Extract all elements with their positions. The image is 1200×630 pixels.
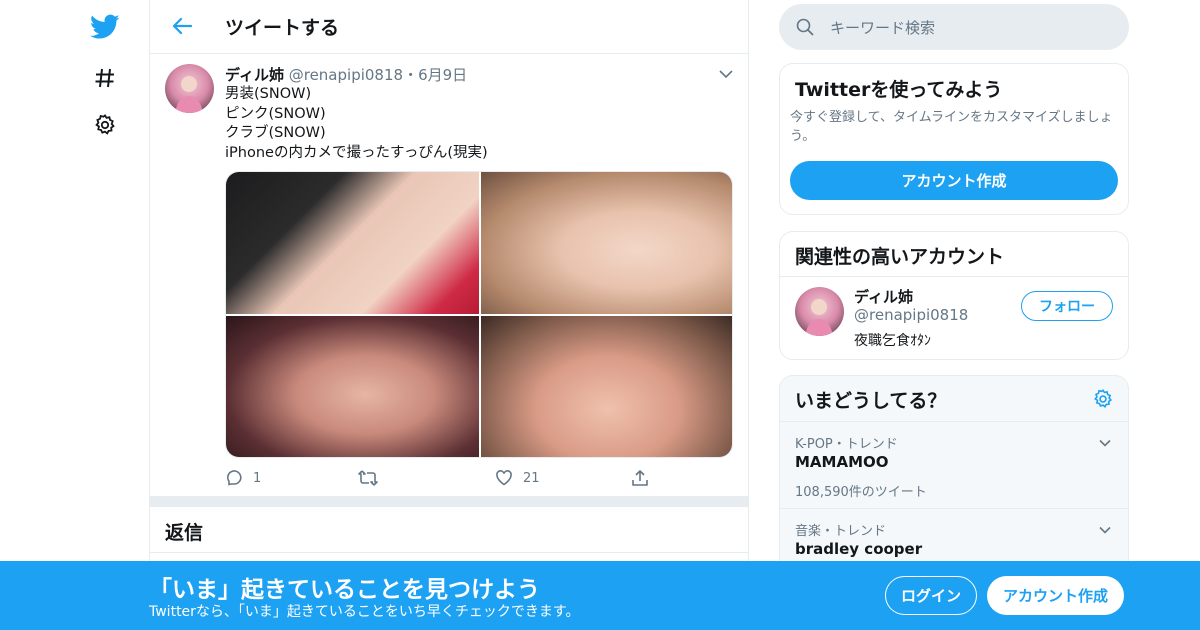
trends-card-title: いまどうしてる？ <box>795 390 947 412</box>
share-icon <box>632 470 648 486</box>
follow-button[interactable]: フォロー <box>1021 291 1113 321</box>
chevron-down-icon[interactable] <box>1098 522 1112 536</box>
trend-name[interactable]: bradley cooper <box>795 540 922 558</box>
signup-card-title: Twitterを使ってみよう <box>795 79 1003 101</box>
separator: ・ <box>403 66 419 84</box>
media-photo[interactable] <box>481 316 732 457</box>
share-button[interactable] <box>631 469 649 487</box>
gear-icon[interactable] <box>1092 388 1114 410</box>
avatar[interactable] <box>795 287 844 336</box>
tweet-line: iPhoneの内カメで撮ったすっぴん(現実) <box>225 144 488 161</box>
tweet-date[interactable]: 6月9日 <box>418 66 467 84</box>
section-separator <box>150 497 748 507</box>
create-account-button[interactable]: アカウント作成 <box>790 161 1118 200</box>
banner-subtitle: Twitterなら、「いま」起きていることをいち早くチェックできます。 <box>149 604 580 620</box>
tweet[interactable]: ディル姉 @renapipi0818・6月9日 男装(SNOW) ピンク(SNOW… <box>150 54 748 497</box>
media-grid <box>225 171 733 458</box>
banner-create-account-button[interactable]: アカウント作成 <box>987 576 1124 615</box>
trend-count: 108,590件のツイート <box>795 485 927 500</box>
trend-name[interactable]: MAMAMOO <box>795 453 889 471</box>
media-photo[interactable] <box>226 316 479 457</box>
reply-icon <box>226 470 242 486</box>
trend-meta: K-POP・トレンド <box>795 437 898 452</box>
related-account-handle[interactable]: @renapipi0818 <box>854 306 968 324</box>
trend-item[interactable]: K-POP・トレンド MAMAMOO 108,590件のツイート <box>780 421 1128 508</box>
search-input[interactable]: キーワード検索 <box>830 17 935 38</box>
signup-card-description: 今すぐ登録して、タイムラインをカスタマイズしましょう。 <box>790 110 1113 144</box>
banner-title: 「いま」起きていることを見つけよう <box>149 577 540 603</box>
chevron-down-icon[interactable] <box>718 66 734 82</box>
gear-icon[interactable] <box>90 110 120 140</box>
author-name[interactable]: ディル姉 <box>225 66 284 84</box>
related-card-title: 関連性の高いアカウント <box>795 246 1005 268</box>
heart-icon <box>496 470 512 486</box>
replies-header: 返信 <box>150 507 748 553</box>
page-header: ツイートする <box>150 0 748 54</box>
author-handle[interactable]: @renapipi0818 <box>289 66 403 84</box>
divider <box>780 276 1128 277</box>
twitter-bird-icon[interactable] <box>90 12 120 42</box>
avatar[interactable] <box>165 64 214 113</box>
like-button[interactable]: 21 <box>495 469 540 487</box>
media-photo[interactable] <box>226 172 479 314</box>
back-arrow-icon[interactable] <box>168 12 196 40</box>
tweet-line: ピンク(SNOW) <box>225 105 326 122</box>
center-column: ツイートする ディル姉 @renapipi0818・6月9日 男装(SNOW) ピ… <box>149 0 749 630</box>
media-photo[interactable] <box>481 172 732 314</box>
tweet-header: ディル姉 @renapipi0818・6月9日 <box>225 64 467 85</box>
like-count: 21 <box>523 470 540 486</box>
search-icon <box>796 18 814 36</box>
replies-title: 返信 <box>165 522 204 544</box>
related-account-bio: 夜職乞食ｵﾀﾝ <box>854 333 931 349</box>
signup-banner: 「いま」起きていることを見つけよう Twitterなら、「いま」起きていることを… <box>0 561 1200 630</box>
signup-card: Twitterを使ってみよう 今すぐ登録して、タイムラインをカスタマイズしましょ… <box>779 63 1129 215</box>
related-accounts-card: 関連性の高いアカウント ディル姉 @renapipi0818 夜職乞食ｵﾀﾝ フ… <box>779 231 1129 360</box>
reply-count: 1 <box>253 470 262 486</box>
reply-button[interactable]: 1 <box>225 469 261 487</box>
tweet-actions: 1 21 <box>225 469 733 489</box>
tweet-text: 男装(SNOW) ピンク(SNOW) クラブ(SNOW) iPhoneの内カメで撮った… <box>225 85 488 163</box>
tweet-line: クラブ(SNOW) <box>225 125 326 141</box>
login-button[interactable]: ログイン <box>885 576 977 615</box>
tweet-line: 男装(SNOW) <box>225 86 312 102</box>
retweet-button[interactable] <box>358 469 388 487</box>
hashtag-icon[interactable] <box>90 63 120 93</box>
retweet-icon <box>358 470 378 486</box>
left-nav <box>80 0 130 630</box>
chevron-down-icon[interactable] <box>1098 435 1112 449</box>
trend-meta: 音楽・トレンド <box>795 524 887 539</box>
related-account-name[interactable]: ディル姉 <box>854 286 913 307</box>
page-title: ツイートする <box>225 17 340 39</box>
search-bar[interactable]: キーワード検索 <box>779 4 1129 50</box>
